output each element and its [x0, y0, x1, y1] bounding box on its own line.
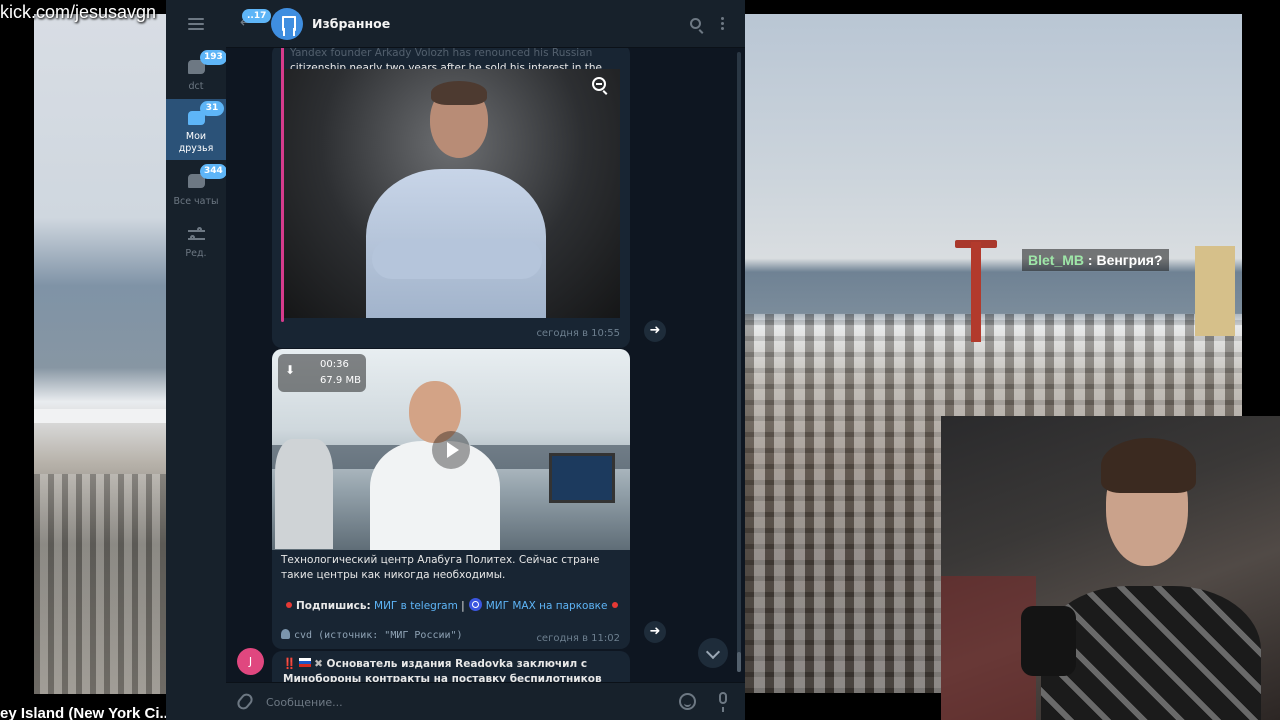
message-time: сегодня в 10:55	[536, 328, 620, 339]
telegram-window: 193 dct 31 Мои друзья 344 Все чаты Ред. …	[166, 0, 745, 720]
chat-panel: ← ..17 Избранное Yandex founder Arkady V…	[226, 0, 745, 720]
chat-bubbles-icon: 193	[186, 50, 227, 76]
stream-video-left	[34, 14, 174, 694]
message-bubble[interactable]: ⬇ 00:36 67.9 MB Технологический центр Ал…	[272, 349, 630, 649]
subscribe-line: Подпишись: МИГ в telegram | МИГ MAX на па…	[281, 598, 622, 612]
chat-bubbles-icon: 31	[186, 101, 224, 127]
stream-chat-message: Blet_MB : Венгрия?	[1022, 249, 1169, 271]
sliders-icon	[186, 224, 206, 242]
message-list: Yandex founder Arkady Volozh has renounc…	[226, 48, 745, 682]
avatar[interactable]: J	[237, 648, 264, 675]
person-icon	[281, 629, 290, 639]
microphone	[1021, 606, 1076, 676]
message-headline: Основатель издания Readovka заключил с М…	[283, 658, 602, 682]
chat-username: Blet_MB	[1028, 252, 1085, 268]
photo-subject-arms	[372, 239, 542, 279]
max-logo-icon	[468, 598, 482, 611]
emoji-icon[interactable]	[679, 693, 696, 710]
video-info: ⬇ 00:36 67.9 MB	[278, 354, 366, 392]
separator: |	[461, 600, 465, 612]
zoom-in-icon[interactable]	[592, 77, 606, 91]
unread-badge: 193	[200, 50, 227, 65]
scrollbar[interactable]	[737, 52, 741, 672]
double-exclamation-icon: ‼️	[283, 658, 297, 670]
chat-bubbles-icon: 344	[186, 164, 227, 190]
unread-badge: 31	[200, 101, 224, 116]
signature-text: cvd (источник: "МИГ России")	[294, 630, 463, 641]
message-signature: cvd (источник: "МИГ России")	[281, 629, 463, 641]
video-duration: 00:36	[320, 359, 349, 370]
photo-subject-hair	[431, 81, 487, 105]
streamer-hair	[1101, 438, 1196, 493]
folder-sidebar: 193 dct 31 Мои друзья 344 Все чаты Ред.	[166, 0, 227, 720]
streamer-webcam	[941, 416, 1280, 720]
bookmark-icon[interactable]	[271, 8, 303, 40]
video-monitor	[549, 453, 615, 503]
folder-all-chats[interactable]: 344 Все чаты	[166, 164, 227, 212]
message-input[interactable]	[266, 689, 646, 715]
subscribe-label: Подпишись:	[296, 600, 371, 612]
russia-flag-icon	[299, 658, 312, 667]
forward-arrow-icon: ➜	[644, 621, 666, 643]
folder-label: Все чаты	[173, 196, 219, 207]
message-text: Технологический центр Алабуга Политех. С…	[281, 554, 600, 581]
unread-badge: ..17	[242, 9, 272, 23]
sword-icon: ✖	[314, 658, 323, 670]
folder-moi-druzya[interactable]: 31 Мои друзья	[166, 99, 226, 160]
hamburger-menu-icon[interactable]	[188, 18, 204, 31]
folder-label: dct	[188, 81, 204, 92]
chat-text: : Венгрия?	[1084, 252, 1163, 268]
link-mig-telegram[interactable]: МИГ в telegram	[374, 600, 458, 612]
folder-label: Мои друзья	[178, 131, 214, 154]
message-video[interactable]: ⬇ 00:36 67.9 MB	[272, 349, 630, 550]
forward-arrow-icon: ➜	[644, 320, 666, 342]
tall-building	[1195, 246, 1235, 336]
play-icon[interactable]	[432, 431, 470, 469]
message-composer	[226, 682, 745, 720]
stream-watermark: kick.com/jesusavgn	[0, 2, 157, 22]
microphone-icon[interactable]	[719, 692, 727, 712]
scroll-down-icon[interactable]	[698, 638, 728, 668]
chat-title[interactable]: Избранное	[312, 16, 390, 31]
download-icon[interactable]: ⬇	[285, 363, 295, 377]
video-size: 67.9 MB	[320, 375, 361, 386]
video-background-person	[275, 439, 333, 549]
message-bubble[interactable]: ‼️ ✖ Основатель издания Readovka заключил…	[272, 651, 630, 682]
message-photo[interactable]	[284, 69, 620, 318]
red-dot-icon	[286, 602, 292, 608]
folder-dct[interactable]: 193 dct	[166, 50, 227, 98]
quoted-text-faded: Yandex founder Arkady Volozh has renounc…	[290, 48, 593, 59]
message-bubble[interactable]: Yandex founder Arkady Volozh has renounc…	[272, 48, 630, 348]
search-icon[interactable]	[690, 18, 701, 29]
red-dot-icon	[612, 602, 619, 608]
message-text: ‼️ ✖ Основатель издания Readovka заключил…	[283, 657, 613, 682]
folder-edit[interactable]: Ред.	[166, 224, 226, 264]
location-caption: ey Island (New York Ci...	[0, 705, 173, 720]
chat-header: ← ..17 Избранное	[226, 0, 745, 48]
more-vertical-icon[interactable]	[721, 17, 724, 31]
link-mig-max[interactable]: МИГ MAX на парковке	[486, 600, 608, 612]
paperclip-icon[interactable]	[234, 691, 256, 712]
folder-label: Ред.	[185, 248, 207, 259]
forward-button[interactable]: ➜	[644, 621, 666, 643]
unread-badge: 344	[200, 164, 227, 179]
parachute-tower	[971, 242, 981, 342]
forward-button[interactable]: ➜	[644, 320, 666, 342]
message-time: сегодня в 11:02	[536, 633, 620, 644]
